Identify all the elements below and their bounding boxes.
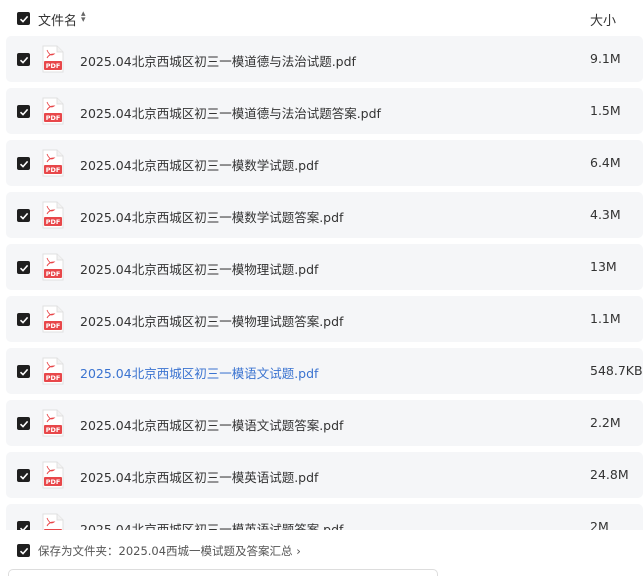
- svg-text:PDF: PDF: [46, 62, 61, 70]
- pdf-file-icon: PDF: [42, 149, 64, 177]
- file-name[interactable]: 2025.04北京西城区初三一模语文试题.pdf: [80, 363, 318, 382]
- check-icon: [19, 472, 28, 480]
- file-checkbox[interactable]: [17, 417, 30, 430]
- svg-text:PDF: PDF: [46, 270, 61, 278]
- file-size: 2M: [590, 519, 609, 530]
- check-icon: [19, 108, 28, 116]
- file-size: 548.7KB: [590, 363, 643, 378]
- file-row[interactable]: PDF 2025.04北京西城区初三一模英语试题.pdf 24.8M: [6, 452, 643, 498]
- file-size: 1.1M: [590, 311, 621, 326]
- file-size: 6.4M: [590, 155, 621, 170]
- svg-text:PDF: PDF: [46, 426, 61, 434]
- file-row[interactable]: PDF 2025.04北京西城区初三一模道德与法治试题.pdf 9.1M: [6, 36, 643, 82]
- pdf-file-icon: PDF: [42, 357, 64, 385]
- file-size: 24.8M: [590, 467, 629, 482]
- save-folder-checkbox[interactable]: [17, 544, 30, 557]
- check-icon: [19, 420, 28, 428]
- file-checkbox[interactable]: [17, 469, 30, 482]
- file-checkbox[interactable]: [17, 313, 30, 326]
- select-all-checkbox[interactable]: [17, 12, 30, 25]
- pdf-file-icon: PDF: [42, 305, 64, 333]
- save-folder-link[interactable]: 保存为文件夹：2025.04西城一模试题及答案汇总 ›: [38, 543, 301, 559]
- file-row[interactable]: PDF 2025.04北京西城区初三一模物理试题.pdf 13M: [6, 244, 643, 290]
- file-name[interactable]: 2025.04北京西城区初三一模语文试题答案.pdf: [80, 415, 343, 434]
- pdf-file-icon: PDF: [42, 45, 64, 73]
- file-name[interactable]: 2025.04北京西城区初三一模物理试题.pdf: [80, 259, 318, 278]
- check-icon: [19, 56, 28, 64]
- svg-text:PDF: PDF: [46, 374, 61, 382]
- file-name[interactable]: 2025.04北京西城区初三一模英语试题.pdf: [80, 467, 318, 486]
- file-size: 2.2M: [590, 415, 621, 430]
- file-size: 13M: [590, 259, 617, 274]
- file-checkbox[interactable]: [17, 521, 30, 530]
- file-size: 9.1M: [590, 51, 621, 66]
- pdf-file-icon: PDF: [42, 513, 64, 530]
- file-name[interactable]: 2025.04北京西城区初三一模道德与法治试题.pdf: [80, 51, 356, 70]
- file-row[interactable]: PDF 2025.04北京西城区初三一模数学试题.pdf 6.4M: [6, 140, 643, 186]
- check-icon: [19, 368, 28, 376]
- file-size: 1.5M: [590, 103, 621, 118]
- file-checkbox[interactable]: [17, 365, 30, 378]
- pdf-file-icon: PDF: [42, 409, 64, 437]
- check-icon: [19, 264, 28, 272]
- check-icon: [19, 547, 28, 555]
- sort-icon[interactable]: ▴ ▾: [81, 10, 86, 25]
- check-icon: [19, 524, 28, 530]
- column-header-name[interactable]: 文件名: [38, 10, 77, 29]
- svg-text:PDF: PDF: [46, 478, 61, 486]
- svg-text:PDF: PDF: [46, 322, 61, 330]
- svg-text:PDF: PDF: [46, 218, 61, 226]
- check-icon: [19, 316, 28, 324]
- svg-text:PDF: PDF: [46, 166, 61, 174]
- file-list[interactable]: PDF 2025.04北京西城区初三一模道德与法治试题.pdf 9.1M PDF 202…: [0, 36, 643, 530]
- file-checkbox[interactable]: [17, 209, 30, 222]
- file-checkbox[interactable]: [17, 261, 30, 274]
- pdf-file-icon: PDF: [42, 253, 64, 281]
- file-checkbox[interactable]: [17, 105, 30, 118]
- pdf-file-icon: PDF: [42, 461, 64, 489]
- pdf-file-icon: PDF: [42, 97, 64, 125]
- file-checkbox[interactable]: [17, 157, 30, 170]
- check-icon: [19, 15, 28, 23]
- check-icon: [19, 212, 28, 220]
- file-row[interactable]: PDF 2025.04北京西城区初三一模数学试题答案.pdf 4.3M: [6, 192, 643, 238]
- file-name[interactable]: 2025.04北京西城区初三一模物理试题答案.pdf: [80, 311, 343, 330]
- file-row[interactable]: PDF 2025.04北京西城区初三一模道德与法治试题答案.pdf 1.5M: [6, 88, 643, 134]
- file-row[interactable]: PDF 2025.04北京西城区初三一模语文试题.pdf 548.7KB: [6, 348, 643, 394]
- file-size: 4.3M: [590, 207, 621, 222]
- file-checkbox[interactable]: [17, 53, 30, 66]
- file-row[interactable]: PDF 2025.04北京西城区初三一模物理试题答案.pdf 1.1M: [6, 296, 643, 342]
- check-icon: [19, 160, 28, 168]
- file-row[interactable]: PDF 2025.04北京西城区初三一模英语试题答案.pdf 2M: [6, 504, 643, 530]
- file-name[interactable]: 2025.04北京西城区初三一模数学试题.pdf: [80, 155, 318, 174]
- file-name[interactable]: 2025.04北京西城区初三一模道德与法治试题答案.pdf: [80, 103, 381, 122]
- file-row[interactable]: PDF 2025.04北京西城区初三一模语文试题答案.pdf 2.2M: [6, 400, 643, 446]
- svg-text:PDF: PDF: [46, 114, 61, 122]
- file-list-header: 文件名 ▴ ▾ 大小: [0, 0, 643, 36]
- file-name[interactable]: 2025.04北京西城区初三一模数学试题答案.pdf: [80, 207, 343, 226]
- column-header-size: 大小: [590, 14, 617, 29]
- pdf-file-icon: PDF: [42, 201, 64, 229]
- file-name[interactable]: 2025.04北京西城区初三一模英语试题答案.pdf: [80, 519, 343, 530]
